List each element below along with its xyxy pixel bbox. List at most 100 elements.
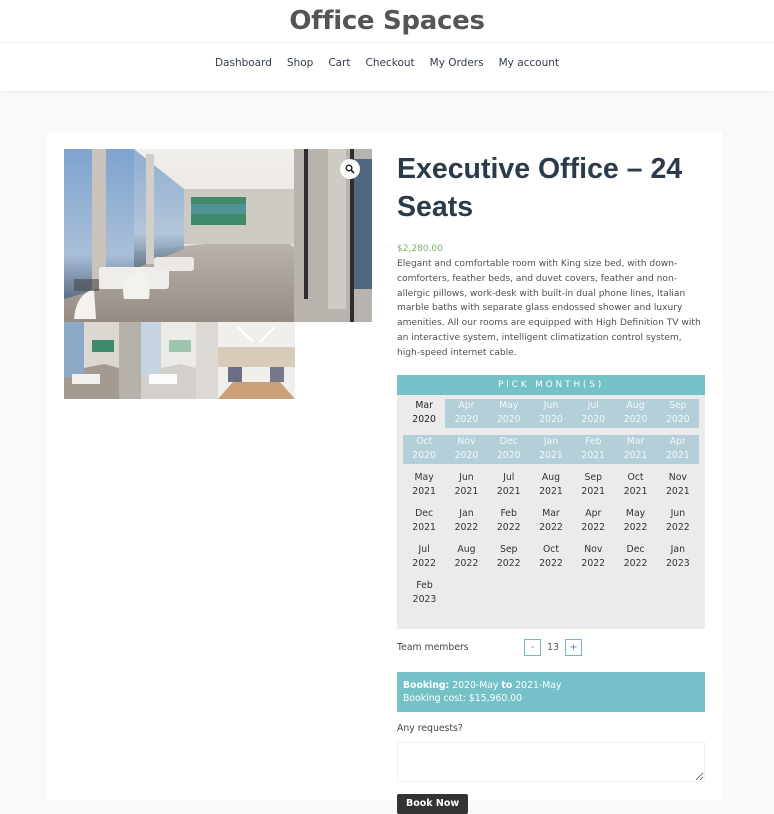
month-cell[interactable]: Jan 2022 xyxy=(445,507,487,536)
booking-to: 2021-May xyxy=(515,679,562,691)
requests-textarea[interactable] xyxy=(397,741,705,782)
month-year: 2020 xyxy=(581,414,606,426)
month-cell[interactable]: Oct 2021 xyxy=(614,471,656,500)
month-cell[interactable]: Oct 2020 xyxy=(403,434,446,464)
month-year: 2022 xyxy=(581,522,606,534)
month-cell[interactable]: Jun 2020 xyxy=(529,398,573,428)
month-name: Sep xyxy=(669,400,687,412)
month-cell[interactable]: Apr 2020 xyxy=(445,398,488,428)
lounge-thumbnail-image xyxy=(64,322,141,399)
month-cell[interactable]: Sep 2022 xyxy=(488,543,530,572)
month-year: 2021 xyxy=(623,450,648,462)
month-cell[interactable]: Aug 2021 xyxy=(530,471,572,500)
month-name: Dec xyxy=(626,544,645,556)
month-cell[interactable]: Aug 2022 xyxy=(445,543,487,572)
month-cell[interactable]: Aug 2020 xyxy=(614,398,657,428)
month-cell[interactable]: Dec 2021 xyxy=(403,507,445,536)
booking-summary: Booking: 2020-May to 2021-May Booking co… xyxy=(397,671,705,712)
month-cell[interactable]: Jul 2020 xyxy=(572,398,615,428)
month-cell[interactable]: Apr 2021 xyxy=(656,434,699,464)
month-cell[interactable]: Mar 2022 xyxy=(530,507,572,536)
team-members-label: Team members xyxy=(397,642,469,654)
month-year: 2021 xyxy=(581,450,606,462)
month-cell[interactable]: Sep 2020 xyxy=(656,398,699,428)
month-year: 2021 xyxy=(665,450,690,462)
month-year: 2023 xyxy=(665,558,690,570)
month-cell[interactable]: Jul 2021 xyxy=(488,471,530,500)
month-year: 2022 xyxy=(539,558,563,570)
month-cell[interactable]: Nov 2022 xyxy=(572,543,614,572)
thumbnail-strip xyxy=(64,322,372,399)
site-title[interactable]: Office Spaces xyxy=(0,6,774,36)
month-year: 2021 xyxy=(454,486,479,498)
month-year: 2021 xyxy=(623,486,648,498)
month-year: 2020 xyxy=(412,414,436,426)
book-now-button[interactable]: Book Now xyxy=(397,793,469,814)
month-cell[interactable]: Nov 2021 xyxy=(657,471,699,500)
month-name: Sep xyxy=(499,544,518,556)
site-header: Office Spaces Dashboard Shop Cart Checko… xyxy=(0,0,774,91)
month-name: Feb xyxy=(585,436,602,448)
month-name: May xyxy=(625,508,646,520)
month-year: 2022 xyxy=(581,558,606,570)
month-name: Jul xyxy=(418,544,430,556)
month-picker: PICK MONTH(S) Mar 2020 Apr 2020 May 2020 Jun 20… xyxy=(397,374,705,629)
month-name: Oct xyxy=(542,544,560,556)
month-name: Mar xyxy=(626,436,645,448)
decrement-button[interactable]: - xyxy=(524,639,541,657)
month-name: Apr xyxy=(669,436,686,448)
month-cell[interactable]: Mar 2021 xyxy=(614,434,657,464)
month-cell[interactable]: May 2022 xyxy=(614,507,656,536)
month-year: 2020 xyxy=(496,414,521,426)
thumbnail-lounge-bright[interactable] xyxy=(141,322,218,399)
month-year: 2020 xyxy=(454,450,479,462)
month-cell[interactable]: Dec 2020 xyxy=(487,434,530,464)
month-cell[interactable]: Nov 2020 xyxy=(445,434,488,464)
month-year: 2021 xyxy=(581,486,606,498)
month-name: Jun xyxy=(670,508,686,520)
nav-dashboard[interactable]: Dashboard xyxy=(207,57,279,69)
main-product-image[interactable] xyxy=(64,149,372,322)
nav-shop[interactable]: Shop xyxy=(279,57,320,69)
month-row: Feb 2023 xyxy=(403,579,699,608)
nav-cart[interactable]: Cart xyxy=(321,57,358,69)
month-name: Jul xyxy=(587,400,599,412)
product-price: $2,280.00 xyxy=(397,244,443,254)
thumbnail-conference-room[interactable] xyxy=(218,322,295,399)
month-year: 2022 xyxy=(623,522,648,534)
month-row: Jul 2022 Aug 2022 Sep 2022 Oct 2022 Nov 2022 Dec 20… xyxy=(403,543,699,572)
booking-range: Booking: 2020-May to 2021-May xyxy=(403,679,699,693)
month-cell[interactable]: Jan 2021 xyxy=(529,434,573,464)
magnifier-icon xyxy=(345,164,355,174)
month-year: 2020 xyxy=(539,414,563,426)
month-cell[interactable]: May 2021 xyxy=(403,471,445,500)
month-cell[interactable]: Feb 2023 xyxy=(403,579,446,608)
month-name: Jan xyxy=(543,436,559,448)
month-cell[interactable]: Jul 2022 xyxy=(403,543,445,572)
month-cell[interactable]: Sep 2021 xyxy=(572,471,614,500)
increment-button[interactable]: + xyxy=(565,639,582,657)
month-cell[interactable]: Jun 2022 xyxy=(657,507,699,536)
month-cell[interactable]: May 2020 xyxy=(487,398,530,428)
month-name: Jul xyxy=(503,472,515,484)
month-name: Apr xyxy=(458,400,475,412)
month-cell[interactable]: Jun 2021 xyxy=(445,471,487,500)
nav-my-account[interactable]: My account xyxy=(491,57,566,69)
nav-my-orders[interactable]: My Orders xyxy=(422,57,491,69)
month-cell[interactable]: Feb 2022 xyxy=(488,507,530,536)
thumbnail-lounge[interactable] xyxy=(64,322,141,399)
conference-room-thumbnail-image xyxy=(218,322,295,399)
month-name: Jun xyxy=(459,472,474,484)
month-cell[interactable]: Dec 2022 xyxy=(614,543,656,572)
month-cell[interactable]: Oct 2022 xyxy=(530,543,572,572)
month-cell[interactable]: Feb 2021 xyxy=(572,434,615,464)
month-cell[interactable]: Jan 2023 xyxy=(657,543,699,572)
zoom-button[interactable] xyxy=(340,159,368,179)
month-cell[interactable]: Mar 2020 xyxy=(403,399,445,428)
month-cell[interactable]: Apr 2022 xyxy=(572,507,614,536)
nav-checkout[interactable]: Checkout xyxy=(358,57,422,69)
booking-to-label: to xyxy=(501,679,513,691)
lounge-bright-thumbnail-image xyxy=(141,322,218,399)
month-name: Jun xyxy=(543,400,559,412)
main-nav: Dashboard Shop Cart Checkout My Orders M… xyxy=(0,57,774,69)
